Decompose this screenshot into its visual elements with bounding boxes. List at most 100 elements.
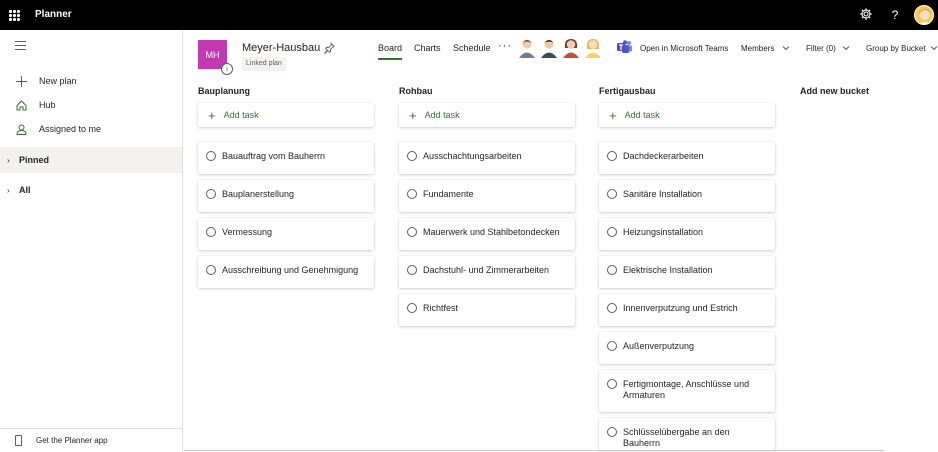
add-task-button[interactable]: + Add task [599, 103, 775, 127]
plus-icon: + [609, 107, 617, 123]
task-title: Heizungsinstallation [623, 227, 704, 237]
task-title: Dachstuhl- und Zimmerarbeiten [423, 265, 550, 275]
nav-assigned-to-me[interactable]: Assigned to me [0, 117, 182, 141]
task-card[interactable]: Ausschreibung und Genehmigung [198, 256, 374, 288]
task-card[interactable]: Heizungsinstallation [599, 218, 775, 250]
task-title: Elektrische Installation [623, 265, 713, 275]
plus-icon [15, 75, 27, 87]
add-task-label: Add task [223, 110, 259, 120]
task-card[interactable]: Schlüsselübergabe an den Bauherrn [599, 418, 775, 450]
help-icon[interactable]: ? [887, 7, 903, 23]
plus-icon: + [208, 107, 216, 123]
phone-icon [15, 435, 22, 446]
plus-icon: + [409, 107, 417, 123]
task-title: Richtfest [423, 303, 459, 313]
left-navigation: New plan Hub Assigned to me › Pinned › A… [0, 30, 183, 452]
task-card[interactable]: Sanitäre Installation [599, 180, 775, 212]
get-app-label: Get the Planner app [36, 436, 108, 445]
nav-label: Assigned to me [39, 124, 102, 134]
chevron-down-icon[interactable] [842, 44, 850, 52]
complete-task-circle-icon[interactable] [407, 303, 417, 313]
complete-task-circle-icon[interactable] [607, 379, 617, 389]
nav-label: Hub [39, 100, 56, 110]
complete-task-circle-icon[interactable] [206, 265, 216, 275]
task-card[interactable]: Bauplanerstellung [198, 180, 374, 212]
more-options-icon[interactable]: ··· [498, 40, 512, 52]
task-card[interactable]: Mauerwerk und Stahlbetondecken [399, 218, 575, 250]
task-title: Fundamente [423, 189, 474, 199]
member-avatar[interactable] [584, 38, 602, 58]
tab-board[interactable]: Board [378, 43, 403, 60]
nav-hub[interactable]: Hub [0, 93, 182, 117]
complete-task-circle-icon[interactable] [206, 189, 216, 199]
task-card[interactable]: Elektrische Installation [599, 256, 775, 288]
complete-task-circle-icon[interactable] [407, 151, 417, 161]
member-avatar[interactable] [562, 38, 580, 58]
task-title: Ausschachtungsarbeiten [423, 151, 522, 161]
complete-task-circle-icon[interactable] [206, 227, 216, 237]
task-card[interactable]: Bauauftrag vom Bauherrn [198, 142, 374, 174]
section-label: All [19, 185, 31, 195]
bucket-title[interactable]: Fertigausbau [599, 86, 656, 96]
task-title: Mauerwerk und Stahlbetondecken [423, 227, 560, 237]
task-card[interactable]: Ausschachtungsarbeiten [399, 142, 575, 174]
plan-title[interactable]: Meyer-Hausbau [242, 42, 320, 54]
plan-info-icon[interactable]: i [221, 63, 233, 75]
add-task-button[interactable]: + Add task [198, 103, 374, 127]
tab-charts[interactable]: Charts [414, 43, 441, 53]
nav-new-plan[interactable]: New plan [0, 69, 182, 93]
task-card[interactable]: Außenverputzung [599, 332, 775, 364]
complete-task-circle-icon[interactable] [607, 265, 617, 275]
complete-task-circle-icon[interactable] [407, 227, 417, 237]
complete-task-circle-icon[interactable] [607, 189, 617, 199]
user-avatar[interactable] [914, 5, 934, 25]
task-card[interactable]: Innenverputzung und Estrich [599, 294, 775, 326]
task-title: Vermessung [222, 227, 273, 237]
task-card[interactable]: Dachdeckerarbeiten [599, 142, 775, 174]
settings-gear-icon[interactable] [858, 7, 874, 23]
nav-section-all[interactable]: › All [0, 177, 182, 203]
complete-task-circle-icon[interactable] [607, 151, 617, 161]
bucket-title[interactable]: Bauplanung [198, 86, 250, 96]
task-card[interactable]: Richtfest [399, 294, 575, 326]
complete-task-circle-icon[interactable] [407, 265, 417, 275]
microsoft-teams-icon[interactable] [617, 40, 633, 54]
add-new-bucket-button[interactable]: Add new bucket [800, 86, 869, 96]
member-avatar[interactable] [518, 38, 536, 58]
collapse-nav-icon[interactable] [15, 41, 26, 50]
app-title[interactable]: Planner [35, 9, 72, 20]
tab-schedule[interactable]: Schedule [453, 43, 491, 53]
task-title: Bauauftrag vom Bauherrn [222, 151, 326, 161]
task-card[interactable]: Dachstuhl- und Zimmerarbeiten [399, 256, 575, 288]
chevron-right-icon: › [7, 155, 10, 165]
complete-task-circle-icon[interactable] [607, 303, 617, 313]
task-card[interactable]: Fertigmontage, Anschlüsse und Armaturen [599, 370, 775, 412]
task-card[interactable]: Vermessung [198, 218, 374, 250]
open-in-teams-button[interactable]: Open in Microsoft Teams [640, 44, 728, 53]
member-avatar[interactable] [540, 38, 558, 58]
complete-task-circle-icon[interactable] [607, 427, 617, 437]
task-title: Ausschreibung und Genehmigung [222, 265, 359, 275]
filter-button[interactable]: Filter (0) [806, 44, 836, 53]
task-title: Bauplanerstellung [222, 189, 295, 199]
add-task-button[interactable]: + Add task [399, 103, 575, 127]
person-icon [15, 123, 27, 135]
complete-task-circle-icon[interactable] [607, 341, 617, 351]
task-card[interactable]: Fundamente [399, 180, 575, 212]
chevron-right-icon: › [7, 185, 10, 195]
members-button[interactable]: Members [741, 44, 774, 53]
home-icon [15, 99, 27, 111]
complete-task-circle-icon[interactable] [407, 189, 417, 199]
group-by-button[interactable]: Group by Bucket [866, 44, 926, 53]
bucket-title[interactable]: Rohbau [399, 86, 433, 96]
complete-task-circle-icon[interactable] [607, 227, 617, 237]
section-label: Pinned [19, 155, 50, 165]
chevron-down-icon[interactable] [782, 44, 790, 52]
app-launcher-icon[interactable] [9, 10, 20, 21]
nav-section-pinned[interactable]: › Pinned [0, 147, 182, 173]
pin-icon[interactable] [323, 42, 335, 55]
get-planner-app-link[interactable]: Get the Planner app [0, 428, 182, 452]
chevron-down-icon[interactable] [930, 44, 938, 52]
horizontal-scrollbar[interactable] [184, 450, 884, 451]
complete-task-circle-icon[interactable] [206, 151, 216, 161]
